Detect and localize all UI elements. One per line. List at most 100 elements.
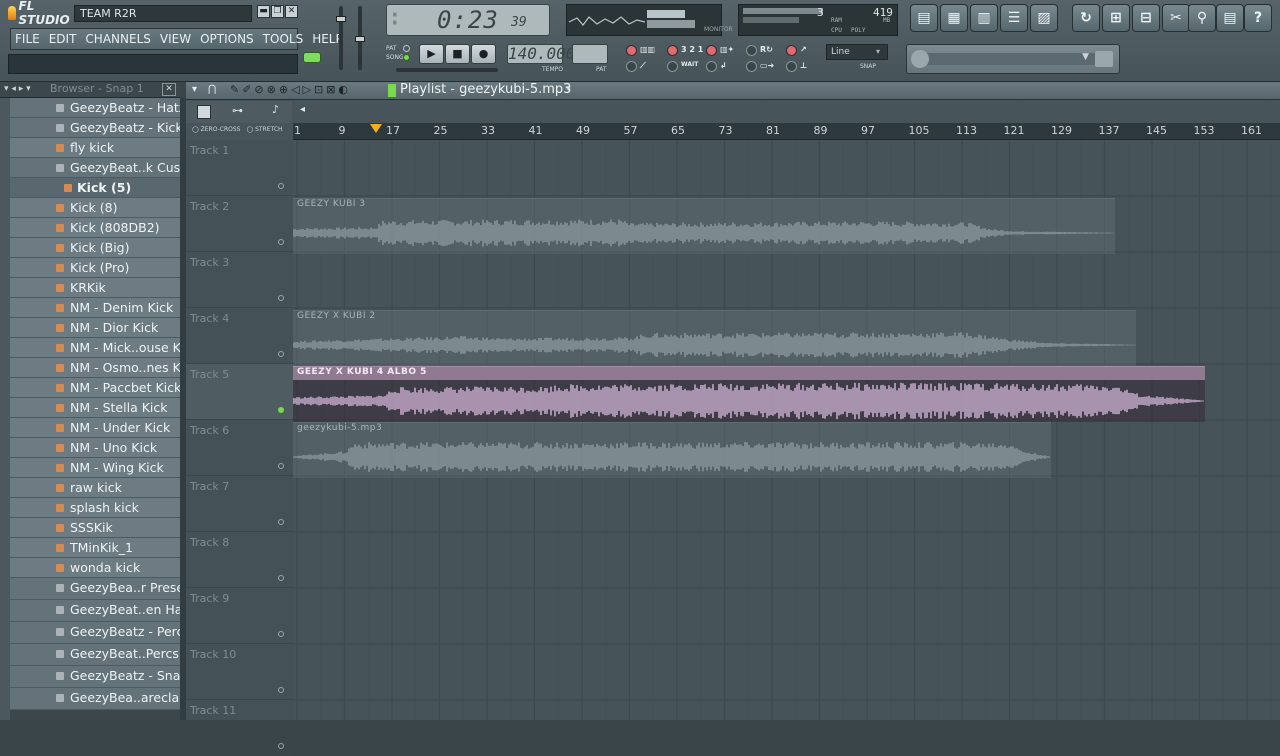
track-mute-toggle[interactable] — [278, 519, 284, 525]
menu-options[interactable]: OPTIONS — [200, 32, 254, 46]
browser-item[interactable]: splash kick — [10, 498, 180, 518]
track-header[interactable]: Track 11 — [186, 700, 293, 756]
cpu-meter[interactable]: 3 419 RAM MB CPU POLY — [738, 4, 898, 36]
search-icon[interactable]: ⚲ — [1188, 4, 1216, 32]
playlist-menu-icon[interactable]: ▾ — [192, 84, 197, 95]
track-header[interactable]: Track 6 — [186, 420, 293, 476]
menu-channels[interactable]: CHANNELS — [85, 32, 150, 46]
help-icon[interactable]: ? — [1244, 4, 1272, 32]
track-header[interactable]: Track 9 — [186, 588, 293, 644]
play-button[interactable]: ▶ — [419, 44, 444, 64]
blend-notes-icon[interactable]: ↗ — [800, 45, 807, 54]
track-mute-toggle[interactable] — [278, 463, 284, 469]
browser-menu-icon[interactable]: ▾ ◂ ▸ ▾ — [4, 82, 31, 96]
menu-file[interactable]: FILE — [15, 32, 40, 46]
loop-record-toggle[interactable] — [746, 45, 757, 56]
track-mute-toggle[interactable] — [278, 295, 284, 301]
menu-edit[interactable]: EDIT — [49, 32, 77, 46]
browser-item[interactable]: TMinKik_1 — [10, 538, 180, 558]
menu-view[interactable]: VIEW — [160, 32, 191, 46]
master-volume-knob[interactable] — [336, 16, 346, 22]
track-header[interactable]: Track 2 — [186, 196, 293, 252]
tempo-display[interactable]: 140.000 — [507, 44, 575, 64]
mixer-window-icon[interactable]: ▨ — [1030, 4, 1058, 32]
browser-item[interactable]: NM - Paccbet Kick — [10, 378, 180, 398]
step-edit-icon[interactable]: ▥✦ — [720, 45, 734, 54]
browser-item[interactable]: NM - Osmo..nes Kick — [10, 358, 180, 378]
step-sequencer-icon[interactable]: ▦ — [940, 4, 968, 32]
track-header[interactable]: Track 5 — [186, 364, 293, 420]
browser-item[interactable]: NM - Denim Kick — [10, 298, 180, 318]
track-header[interactable]: Track 4 — [186, 308, 293, 364]
step-edit-toggle[interactable] — [706, 45, 717, 56]
track-header[interactable]: Track 7 — [186, 476, 293, 532]
track-header[interactable]: Track 10 — [186, 644, 293, 700]
audio-clip[interactable]: GEEZY X KUBI 4 ALBO 5 — [293, 366, 1205, 422]
pat-radio[interactable] — [403, 45, 410, 52]
browser-close-icon[interactable]: ✕ — [162, 83, 176, 96]
playlist-window-icon[interactable]: ▤ — [910, 4, 938, 32]
render-icon[interactable]: ⊟ — [1132, 4, 1160, 32]
browser-item[interactable]: raw kick — [10, 478, 180, 498]
browser-item[interactable]: GeezyBea..r Presets — [10, 578, 180, 600]
audio-clip[interactable]: GEEZY KUBI 3 — [293, 198, 1115, 254]
browser-item[interactable]: GeezyBeatz - Percs — [10, 622, 180, 644]
save-icon[interactable]: ⊞ — [1102, 4, 1130, 32]
browser-item[interactable]: fly kick — [10, 138, 180, 158]
browser-item[interactable]: NM - Wing Kick — [10, 458, 180, 478]
playlist-title[interactable]: Playlist - geezykubi-5.mp3 — [400, 82, 571, 99]
browser-item[interactable]: GeezyBeatz - Kicks — [10, 118, 180, 138]
countdown-icon[interactable]: 3 2 1 — [681, 45, 703, 54]
browser-item[interactable]: GeezyBeat..k Custom — [10, 158, 180, 178]
scroll-toggle[interactable] — [746, 61, 757, 72]
track-header[interactable]: Track 8 — [186, 532, 293, 588]
minimize-button[interactable]: ▬ — [257, 5, 270, 18]
playlist-grid[interactable]: GEEZY KUBI 3 GEEZY X KUBI 2 GEEZY X KUBI 4… — [293, 140, 1280, 720]
plugin-menu-icon[interactable] — [1095, 51, 1113, 67]
browser-item[interactable]: GeezyBeatz - Hatz — [10, 98, 180, 118]
track-mute-toggle[interactable] — [278, 575, 284, 581]
song-position-marker[interactable] — [370, 124, 382, 133]
audio-mode-icon[interactable]: ♪ — [272, 103, 279, 116]
blend-notes-toggle[interactable] — [786, 45, 797, 56]
pattern-mode-icon[interactable] — [197, 105, 211, 119]
audio-clip[interactable]: GEEZY X KUBI 2 — [293, 310, 1136, 366]
magnet-icon[interactable]: ⋂ — [208, 84, 216, 95]
track-mute-toggle[interactable] — [278, 407, 284, 413]
browser-item[interactable]: wonda kick — [10, 558, 180, 578]
master-pitch-knob[interactable] — [355, 36, 365, 42]
browser-item[interactable]: Kick (5) — [10, 178, 180, 198]
automation-icon[interactable]: ↲ — [720, 61, 727, 70]
plugin-picker[interactable]: ▼ — [906, 44, 1120, 74]
track-header[interactable]: Track 3 — [186, 252, 293, 308]
automation-toggle[interactable] — [706, 61, 717, 72]
pat-song-switch[interactable]: PAT SONG — [386, 44, 404, 62]
browser-item[interactable]: NM - Stella Kick — [10, 398, 180, 418]
scroll-icon[interactable]: ▭➜ — [760, 61, 774, 70]
browser-item[interactable]: Kick (Big) — [10, 238, 180, 258]
browser-item[interactable]: GeezyBeat..Percs 2 — [10, 644, 180, 666]
browser-item[interactable]: Kick (8) — [10, 198, 180, 218]
browser-item[interactable]: SSSKik — [10, 518, 180, 538]
notes-icon[interactable]: ▤ — [1216, 4, 1244, 32]
zero-cross-toggle[interactable]: ◯ ZERO-CROSS — [192, 126, 240, 133]
pattern-selector[interactable] — [572, 44, 608, 64]
track-header[interactable]: Track 1 — [186, 140, 293, 196]
browser-item[interactable]: GeezyBea..areclaps — [10, 688, 180, 710]
restore-button[interactable]: ❐ — [271, 5, 284, 18]
track-mute-toggle[interactable] — [278, 239, 284, 245]
browser-item[interactable]: KRKik — [10, 278, 180, 298]
track-mute-toggle[interactable] — [278, 687, 284, 693]
close-button[interactable]: ✕ — [285, 5, 298, 18]
track-mute-toggle[interactable] — [278, 351, 284, 357]
piano-roll-icon[interactable]: ▥ — [970, 4, 998, 32]
online-indicator[interactable] — [303, 52, 321, 63]
position-slider[interactable] — [396, 68, 498, 72]
browser-item[interactable]: Kick (808DB2) — [10, 218, 180, 238]
browser-item[interactable]: GeezyBeatz - Snaps — [10, 666, 180, 688]
undo-icon[interactable]: ↻ — [1072, 4, 1100, 32]
browser-item[interactable]: NM - Uno Kick — [10, 438, 180, 458]
browser-window-icon[interactable]: ☰ — [1000, 4, 1028, 32]
stop-button[interactable]: ■ — [445, 44, 470, 64]
countdown-toggle[interactable] — [667, 45, 678, 56]
